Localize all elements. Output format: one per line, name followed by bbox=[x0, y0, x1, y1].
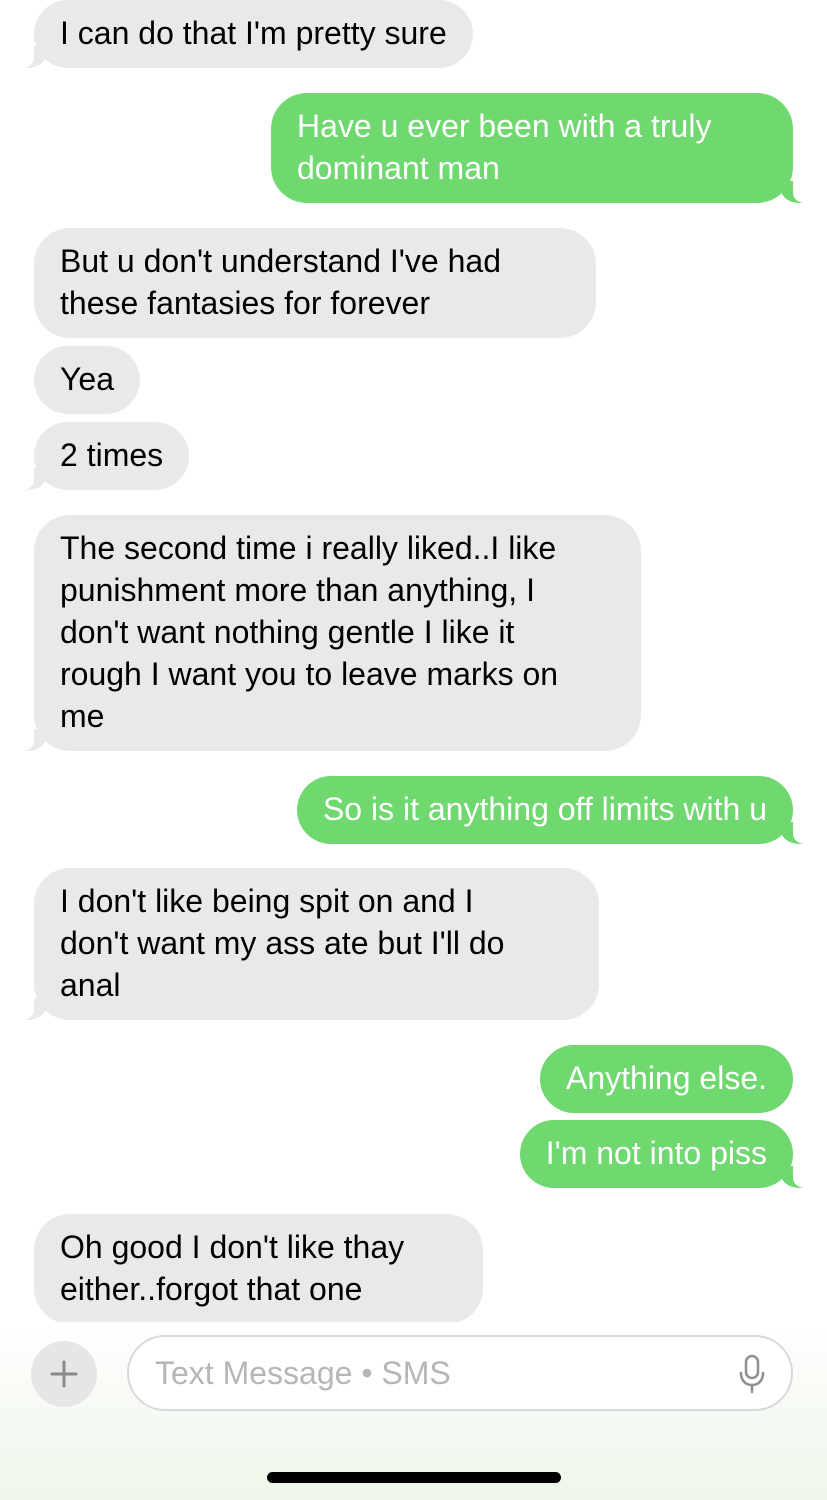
message-input[interactable]: Text Message • SMS bbox=[127, 1335, 793, 1411]
dictation-button[interactable] bbox=[737, 1353, 767, 1395]
message-bubble-incoming[interactable]: Oh good I don't like thay either..forgot… bbox=[34, 1214, 483, 1324]
message-bubble-incoming[interactable]: I can do that I'm pretty sure bbox=[16, 0, 473, 68]
message-bubble-incoming[interactable]: The second time i really liked..I like p… bbox=[16, 515, 641, 751]
message-bubble-incoming[interactable]: I don't like being spit on and I don't w… bbox=[16, 868, 599, 1020]
message-input-placeholder: Text Message • SMS bbox=[155, 1355, 451, 1391]
plus-icon bbox=[50, 1360, 78, 1388]
message-bubble-incoming[interactable]: But u don't understand I've had these fa… bbox=[34, 228, 596, 338]
message-bubble-outgoing[interactable]: Anything else. bbox=[539, 1045, 793, 1113]
message-bubble-outgoing[interactable]: So is it anything off limits with u bbox=[296, 776, 812, 844]
message-bubble-incoming[interactable]: Yea bbox=[34, 346, 140, 414]
home-indicator[interactable] bbox=[267, 1472, 561, 1483]
message-bubble-outgoing[interactable]: Have u ever been with a truly dominant m… bbox=[271, 93, 811, 203]
message-thread[interactable]: I can do that I'm pretty sure Have u eve… bbox=[0, 0, 827, 1330]
apps-plus-button[interactable] bbox=[31, 1341, 97, 1407]
microphone-icon bbox=[739, 1354, 765, 1394]
message-bubble-incoming[interactable]: 2 times bbox=[15, 422, 190, 490]
message-bubble-outgoing[interactable]: I'm not into piss bbox=[519, 1120, 812, 1188]
